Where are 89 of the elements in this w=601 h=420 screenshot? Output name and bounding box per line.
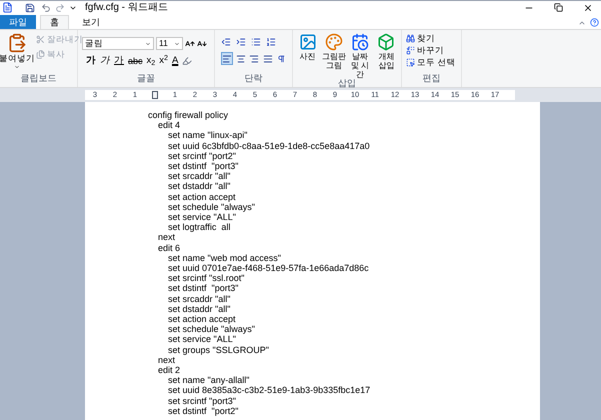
format-button[interactable]: 가 bbox=[86, 56, 96, 66]
indent-decrease-icon[interactable] bbox=[221, 37, 231, 47]
app-icon bbox=[2, 2, 13, 13]
restore-icon[interactable] bbox=[554, 3, 563, 12]
caret-icon bbox=[145, 40, 151, 46]
select-icon bbox=[406, 58, 415, 67]
document-line: set srcaddr "all" bbox=[167, 171, 232, 182]
document-line: edit 2 bbox=[157, 365, 182, 376]
document-line: next bbox=[157, 354, 176, 366]
clipboard-icon bbox=[7, 33, 27, 53]
insert-button[interactable]: 그림판 그림 bbox=[321, 33, 346, 79]
document-line: next bbox=[157, 232, 176, 243]
document-line: set srcintf "port2" bbox=[167, 150, 237, 162]
document-line: set uuid 8e385a3c-c3b2-51e9-1ab3-9b335fbc1e17 bbox=[167, 385, 372, 396]
document-line: config firewall policy bbox=[148, 110, 230, 120]
edit-button[interactable]: 모두 선택 bbox=[406, 57, 457, 68]
insert-button[interactable]: 개체 삽입 bbox=[374, 33, 399, 79]
close-icon[interactable] bbox=[583, 2, 593, 12]
paragraph-icon[interactable] bbox=[277, 54, 286, 64]
document-line: set logtraffic all bbox=[167, 222, 232, 232]
grow-font-icon[interactable] bbox=[185, 38, 195, 48]
align-icon bbox=[236, 54, 246, 64]
format-button[interactable]: 가 bbox=[100, 56, 110, 66]
document-line: set dstaddr "all" bbox=[167, 304, 232, 314]
document-page[interactable] bbox=[85, 102, 540, 420]
format-button[interactable]: abc bbox=[128, 56, 143, 66]
help-icon[interactable] bbox=[590, 18, 599, 27]
format-button[interactable]: x$_{2}$ bbox=[146, 56, 156, 66]
document-line: set dstaddr "all" bbox=[167, 181, 232, 192]
insert-button[interactable]: 사진 bbox=[295, 33, 320, 79]
document-line: set schedule "always" bbox=[167, 324, 256, 334]
format-button[interactable]: A bbox=[172, 56, 178, 66]
document-line: set dstintf "port3" bbox=[167, 161, 240, 172]
scissors-icon bbox=[36, 34, 45, 44]
edit-button[interactable]: 바꾸기 bbox=[406, 45, 457, 56]
date-icon bbox=[351, 33, 370, 51]
format-button[interactable]: x$^{2}$ bbox=[159, 56, 168, 66]
paint-icon bbox=[324, 33, 343, 51]
document-line: set schedule "always" bbox=[167, 202, 256, 212]
insert-button[interactable]: 날짜 및 시간 bbox=[348, 33, 373, 79]
document-line: set uuid 6c3bfdb0-c8aa-51e9-1de8-cc5e8aa417a0 bbox=[167, 140, 371, 151]
picture-icon bbox=[298, 33, 317, 51]
group-label: 글꼴 bbox=[136, 74, 156, 85]
object-icon bbox=[377, 33, 396, 51]
document-line: set uuid 0701e7ae-f468-51e9-57fa-1e66ada7d86c bbox=[167, 263, 370, 274]
bullet-list-icon[interactable] bbox=[251, 37, 261, 47]
copy-icon bbox=[36, 50, 45, 59]
document-line: set name "web mod access" bbox=[167, 252, 282, 264]
document-line: set srcaddr "all" bbox=[167, 294, 232, 304]
document-line: set groups "SSLGROUP" bbox=[167, 344, 270, 355]
document-line: set action accept bbox=[167, 314, 237, 324]
document-line: set service "ALL" bbox=[167, 212, 237, 222]
document-line: edit 4 bbox=[157, 120, 182, 130]
window-title: fgfw.cfg - 워드패드 bbox=[85, 1, 168, 15]
ribbon-tab[interactable]: 보기 bbox=[73, 15, 109, 29]
font-family-field[interactable]: 굴림 bbox=[82, 37, 154, 50]
document-line: edit 6 bbox=[157, 242, 182, 253]
indent-marker[interactable] bbox=[152, 91, 158, 99]
font-size-field[interactable]: 11 bbox=[156, 37, 183, 50]
document-line: set srcintf "ssl.root" bbox=[167, 273, 246, 284]
align-icon bbox=[249, 54, 260, 64]
caret-icon bbox=[14, 64, 20, 70]
save-icon[interactable] bbox=[25, 2, 35, 12]
indent-increase-icon[interactable] bbox=[236, 37, 246, 47]
find-icon bbox=[406, 34, 415, 43]
caret-icon bbox=[174, 40, 180, 46]
shrink-font-icon[interactable] bbox=[197, 38, 207, 48]
group-label: 클립보드 bbox=[20, 74, 58, 85]
document-line: set name "any-allall" bbox=[167, 375, 250, 386]
document-line: set dstintf "port3" bbox=[167, 283, 240, 294]
ribbon-tab[interactable]: 홈 bbox=[40, 15, 69, 29]
group-label: 삽입 bbox=[337, 79, 357, 90]
highlighter-icon[interactable] bbox=[182, 56, 192, 66]
align-icon bbox=[262, 54, 273, 64]
document-line: set name "linux-api" bbox=[167, 130, 248, 141]
undo-icon[interactable] bbox=[41, 2, 51, 12]
redo-icon[interactable] bbox=[55, 2, 65, 12]
document-line: set srcintf "port3" bbox=[167, 396, 237, 406]
group-label: 단락 bbox=[244, 74, 264, 85]
document-line: set action accept bbox=[167, 192, 237, 202]
document-line: set service "ALL" bbox=[167, 334, 237, 345]
align-icon bbox=[222, 54, 232, 64]
edit-button[interactable]: 찾기 bbox=[406, 33, 457, 44]
format-button[interactable]: 가 bbox=[114, 56, 124, 66]
group-label: 편집 bbox=[422, 74, 442, 85]
align-button[interactable] bbox=[221, 52, 233, 65]
replace-icon bbox=[406, 46, 415, 55]
document-line: set dstintf "port2" bbox=[167, 406, 240, 416]
file-tab[interactable]: 파일 bbox=[0, 15, 36, 29]
